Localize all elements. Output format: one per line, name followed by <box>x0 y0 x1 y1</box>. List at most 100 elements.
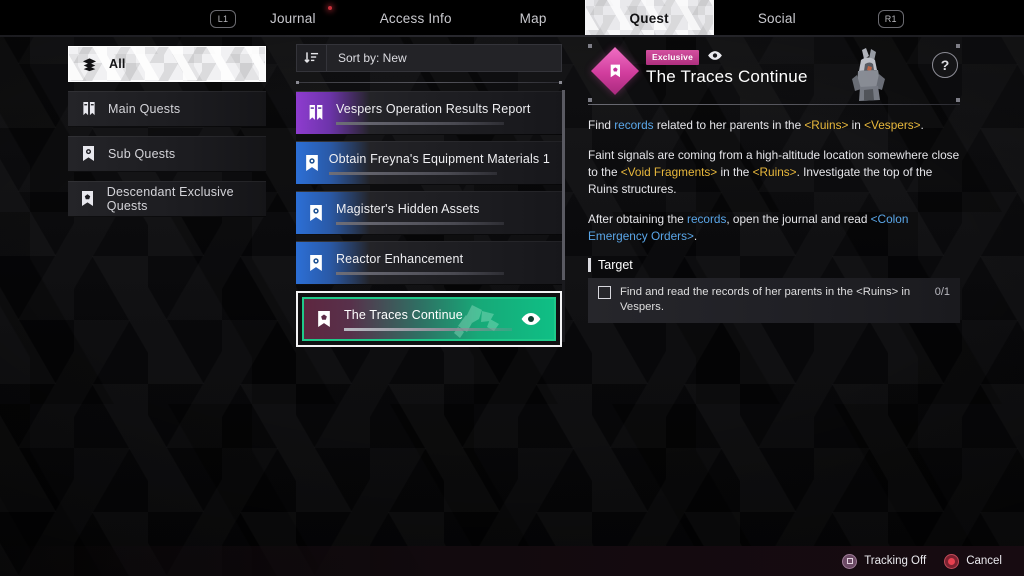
objective-text: Find and read the records of her parents… <box>620 286 911 313</box>
quest-progress-bar <box>336 221 504 225</box>
desc-text: related to her parents in the <box>653 118 805 132</box>
quest-progress-bar <box>344 327 512 331</box>
objective-checkbox[interactable] <box>598 286 611 299</box>
quest-progress-bar <box>336 121 504 125</box>
desc-link-records[interactable]: records <box>614 118 653 132</box>
notification-dot-icon <box>327 6 332 10</box>
quest-title: Reactor Enhancement <box>336 251 464 266</box>
quest-title: Vespers Operation Results Report <box>336 101 531 116</box>
help-label: ? <box>940 57 950 73</box>
sub-quest-bookmark-icon <box>80 146 97 162</box>
selected-quest-frame: The Traces Continue <box>296 291 562 347</box>
sub-quest-bookmark-icon <box>296 154 329 172</box>
quest-detail-titleblock: Exclusive The Traces Continue <box>646 48 808 87</box>
description-paragraph: Find records related to her parents in t… <box>588 117 960 134</box>
quest-title: The Traces Continue <box>344 307 463 322</box>
sidebar-item-label: Descendant Exclusive Quests <box>106 185 234 213</box>
desc-text: After obtaining the <box>588 212 688 226</box>
desc-text: Find <box>588 118 615 132</box>
main-quest-banner-icon <box>296 104 336 122</box>
desc-text: . <box>693 229 698 243</box>
main-quest-banner-icon <box>80 101 97 117</box>
list-item[interactable]: Vespers Operation Results Report <box>296 91 562 135</box>
quest-title: Obtain Freyna's Equipment Materials 1 <box>328 151 550 166</box>
list-item[interactable]: Reactor Enhancement <box>296 241 562 285</box>
quest-body: Vespers Operation Results Report <box>336 102 562 125</box>
quest-detail-header: Exclusive The Traces Continue ? <box>588 44 960 102</box>
sidebar-item-sub-quests[interactable]: Sub Quests <box>68 136 266 172</box>
list-item-selected[interactable]: The Traces Continue <box>302 297 556 341</box>
target-section-header: Target <box>588 258 960 272</box>
target-objective-row: Find and read the records of her parents… <box>588 278 960 323</box>
tracking-off-label: Tracking Off <box>864 555 927 567</box>
desc-link-void-fragments[interactable]: <Void Fragments> <box>621 165 717 179</box>
desc-link-ruins[interactable]: <Ruins> <box>753 165 797 179</box>
tab-social[interactable]: Social <box>714 0 840 37</box>
sidebar-item-all[interactable]: All <box>68 46 266 82</box>
left-bumper-icon[interactable]: L1 <box>210 9 236 28</box>
corner-marker <box>956 44 960 48</box>
target-header-label: Target <box>598 258 633 272</box>
desc-link-vespers[interactable]: <Vespers> <box>864 118 920 132</box>
list-divider <box>296 81 562 84</box>
description-paragraph: After obtaining the records, open the jo… <box>588 211 960 245</box>
cancel-label: Cancel <box>966 555 1002 567</box>
quest-screen: L1 Journal Access Info Map Quest Social … <box>0 0 1024 576</box>
sort-descending-icon[interactable] <box>296 44 326 72</box>
tab-quest[interactable]: Quest <box>584 0 714 37</box>
quest-badges: Exclusive <box>646 48 808 66</box>
sub-quest-bookmark-icon <box>296 254 336 272</box>
layers-icon <box>81 57 98 72</box>
tab-access-info-label: Access Info <box>379 11 452 26</box>
tab-map-label: Map <box>519 11 547 26</box>
sidebar-item-descendant-exclusive-quests[interactable]: Descendant Exclusive Quests <box>68 181 266 217</box>
sidebar-item-main-quests[interactable]: Main Quests <box>68 91 266 127</box>
desc-link-ruins[interactable]: <Ruins> <box>804 118 848 132</box>
corner-marker <box>956 98 960 102</box>
tab-journal[interactable]: Journal <box>236 0 350 37</box>
corner-marker <box>588 98 592 102</box>
help-button[interactable]: ? <box>932 52 958 78</box>
list-item[interactable]: Magister's Hidden Assets <box>296 191 562 235</box>
quest-list: Vespers Operation Results Report Obtain … <box>296 91 562 347</box>
quest-body: Reactor Enhancement <box>336 252 562 275</box>
exclusive-quest-emblem-icon <box>590 46 640 96</box>
quest-category-sidebar: All Main Quests Sub Quests Descendant Ex… <box>68 46 266 226</box>
sort-row: Sort by: New <box>296 44 562 72</box>
square-button-icon <box>842 553 858 569</box>
quest-title: Magister's Hidden Assets <box>336 201 480 216</box>
sort-by-dropdown[interactable]: Sort by: New <box>326 44 562 72</box>
scrollbar-thumb[interactable] <box>562 90 565 280</box>
quest-body: Magister's Hidden Assets <box>336 202 562 225</box>
quest-progress-bar <box>336 271 504 275</box>
status-badge: Exclusive <box>646 49 700 65</box>
quest-description: Find records related to her parents in t… <box>588 117 960 245</box>
bottom-action-bar: Tracking Off Cancel <box>0 546 1024 576</box>
tab-social-label: Social <box>757 11 796 26</box>
tab-map[interactable]: Map <box>482 0 585 37</box>
list-item[interactable]: Obtain Freyna's Equipment Materials 1 <box>296 141 562 185</box>
corner-marker <box>588 44 592 48</box>
desc-link-records[interactable]: records <box>687 212 726 226</box>
desc-text: in <box>848 118 865 132</box>
sort-by-label: Sort by: New <box>338 51 407 65</box>
header-divider <box>588 104 960 105</box>
right-bumper-icon[interactable]: R1 <box>877 9 904 28</box>
quest-progress-bar <box>328 171 497 175</box>
exclusive-quest-bookmark-icon <box>80 191 96 207</box>
descendant-portrait <box>838 46 898 102</box>
tab-quest-label: Quest <box>629 11 669 26</box>
circle-button-icon <box>944 553 960 569</box>
tracking-off-hint[interactable]: Tracking Off <box>842 553 927 569</box>
quest-list-scrollbar[interactable] <box>562 90 565 342</box>
sub-quest-bookmark-icon <box>296 204 336 222</box>
eye-icon[interactable] <box>520 312 542 326</box>
exclusive-quest-bookmark-icon <box>304 310 344 328</box>
sidebar-item-label: Main Quests <box>108 102 181 116</box>
eye-icon[interactable] <box>707 48 723 66</box>
description-paragraph: Faint signals are coming from a high-alt… <box>588 147 960 198</box>
cancel-hint[interactable]: Cancel <box>944 553 1002 569</box>
tab-access-info[interactable]: Access Info <box>350 0 482 37</box>
section-marker <box>588 258 591 272</box>
desc-text: . <box>920 118 924 132</box>
